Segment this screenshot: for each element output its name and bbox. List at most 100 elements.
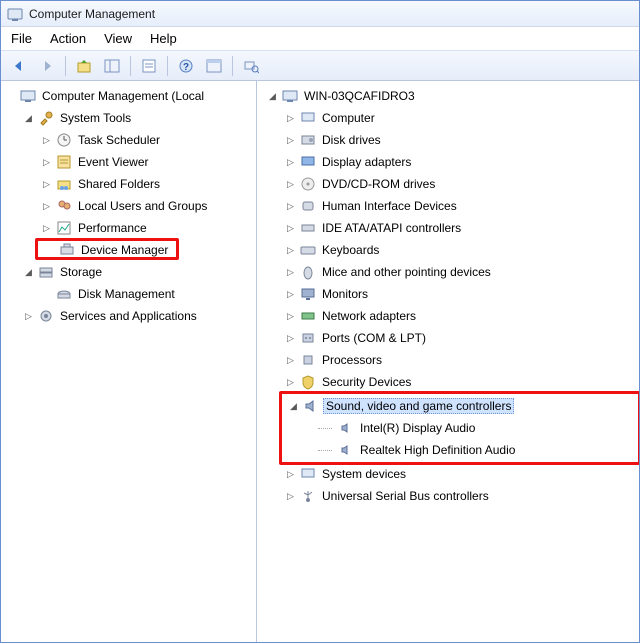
tree-event-viewer[interactable]: ▷ Event Viewer — [37, 151, 256, 173]
expand-icon[interactable]: ▷ — [41, 179, 52, 190]
tree-label: Ports (COM & LPT) — [320, 331, 428, 345]
up-button[interactable] — [72, 54, 96, 78]
tree-local-users-groups[interactable]: ▷ Local Users and Groups — [37, 195, 256, 217]
device-category-ports[interactable]: ▷ Ports (COM & LPT) — [281, 327, 639, 349]
device-category-network-adapters[interactable]: ▷Network adapters — [281, 305, 639, 327]
device-root-computer[interactable]: ◢ WIN-03QCAFIDRO3 — [263, 85, 639, 107]
show-hide-tree-button[interactable] — [100, 54, 124, 78]
device-category-keyboards[interactable]: ▷Keyboards — [281, 239, 639, 261]
tree-device-manager[interactable]: ▷ Device Manager — [40, 239, 174, 261]
tree-connector — [318, 443, 334, 457]
expand-icon[interactable]: ▷ — [285, 157, 296, 168]
expand-icon[interactable]: ▷ — [285, 135, 296, 146]
device-manager-icon — [59, 242, 75, 258]
expand-icon[interactable]: ▷ — [285, 491, 296, 502]
expand-icon[interactable]: ▷ — [41, 135, 52, 146]
device-category-dvd-cdrom[interactable]: ▷DVD/CD-ROM drives — [281, 173, 639, 195]
toolbar-separator — [232, 56, 233, 76]
tree-label: Storage — [58, 265, 104, 279]
expand-icon[interactable]: ▷ — [285, 113, 296, 124]
device-category-computer[interactable]: ▷Computer — [281, 107, 639, 129]
usb-icon — [300, 488, 316, 504]
device-category-disk-drives[interactable]: ▷Disk drives — [281, 129, 639, 151]
expand-icon[interactable]: ▷ — [41, 223, 52, 234]
expand-icon[interactable]: ▷ — [285, 469, 296, 480]
forward-button[interactable] — [35, 54, 59, 78]
collapse-icon[interactable]: ◢ — [288, 401, 299, 412]
expand-icon[interactable]: ▷ — [285, 377, 296, 388]
expand-icon[interactable]: ▷ — [41, 157, 52, 168]
titlebar: Computer Management — [1, 1, 639, 27]
expand-icon[interactable]: ▷ — [285, 223, 296, 234]
device-category-display-adapters[interactable]: ▷Display adapters — [281, 151, 639, 173]
device-category-hid[interactable]: ▷ Human Interface Devices — [281, 195, 639, 217]
expand-icon[interactable]: ▷ — [285, 289, 296, 300]
disk-management-icon — [56, 286, 72, 302]
tree-services-applications[interactable]: ▷ Services and Applications — [19, 305, 256, 327]
storage-icon — [38, 264, 54, 280]
device-category-system-devices[interactable]: ▷ System devices — [281, 463, 639, 485]
toolbar-separator — [130, 56, 131, 76]
tree-label: Shared Folders — [76, 177, 162, 191]
tree-performance[interactable]: ▷ Performance — [37, 217, 256, 239]
toolbar: ? — [1, 51, 639, 81]
event-viewer-icon — [56, 154, 72, 170]
hid-icon — [300, 198, 316, 214]
expand-icon[interactable]: ▷ — [285, 179, 296, 190]
tree-label: Performance — [76, 221, 149, 235]
performance-icon — [56, 220, 72, 236]
computer-management-icon — [20, 88, 36, 104]
tools-icon — [38, 110, 54, 126]
clock-icon — [56, 132, 72, 148]
collapse-icon[interactable]: ◢ — [23, 113, 34, 124]
help-button[interactable]: ? — [174, 54, 198, 78]
tree-label: System devices — [320, 467, 408, 481]
device-realtek-hd-audio[interactable]: Realtek High Definition Audio — [314, 439, 636, 461]
tree-label: Realtek High Definition Audio — [358, 443, 517, 457]
computer-management-window: Computer Management File Action View Hel… — [0, 0, 640, 643]
device-category-ide[interactable]: ▷ IDE ATA/ATAPI controllers — [281, 217, 639, 239]
tree-label: Computer Management (Local — [40, 89, 206, 103]
scan-hardware-button[interactable] — [239, 54, 263, 78]
device-category-usb-controllers[interactable]: ▷Universal Serial Bus controllers — [281, 485, 639, 507]
tree-disk-management[interactable]: ▷ Disk Management — [37, 283, 256, 305]
tree-task-scheduler[interactable]: ▷ Task Scheduler — [37, 129, 256, 151]
tree-root-computer-management[interactable]: ▷ Computer Management (Local — [1, 85, 256, 107]
menu-file[interactable]: File — [11, 31, 32, 46]
tree-label: Task Scheduler — [76, 133, 162, 147]
device-category-processors[interactable]: ▷Processors — [281, 349, 639, 371]
collapse-icon[interactable]: ◢ — [23, 267, 34, 278]
menubar: File Action View Help — [1, 27, 639, 51]
sound-device-icon — [338, 442, 354, 458]
device-category-mice[interactable]: ▷Mice and other pointing devices — [281, 261, 639, 283]
expand-icon[interactable]: ▷ — [285, 355, 296, 366]
expand-icon[interactable]: ▷ — [285, 311, 296, 322]
device-category-monitors[interactable]: ▷Monitors — [281, 283, 639, 305]
collapse-icon[interactable]: ◢ — [267, 91, 278, 102]
device-category-security-devices[interactable]: ▷ Security Devices — [281, 371, 639, 393]
tree-label: Human Interface Devices — [320, 199, 459, 213]
tree-label: System Tools — [58, 111, 133, 125]
tree-label: IDE ATA/ATAPI controllers — [320, 221, 463, 235]
menu-help[interactable]: Help — [150, 31, 177, 46]
tree-shared-folders[interactable]: ▷ Shared Folders — [37, 173, 256, 195]
computer-icon — [300, 110, 316, 126]
expand-icon[interactable]: ▷ — [285, 245, 296, 256]
properties-button[interactable] — [137, 54, 161, 78]
tree-storage[interactable]: ◢ Storage — [19, 261, 256, 283]
device-intel-display-audio[interactable]: Intel(R) Display Audio — [314, 417, 636, 439]
back-button[interactable] — [7, 54, 31, 78]
expand-icon[interactable]: ▷ — [285, 267, 296, 278]
expand-icon[interactable]: ▷ — [285, 333, 296, 344]
menu-action[interactable]: Action — [50, 31, 86, 46]
expand-icon[interactable]: ▷ — [41, 201, 52, 212]
console-tree-button[interactable] — [202, 54, 226, 78]
menu-view[interactable]: View — [104, 31, 132, 46]
app-icon — [7, 6, 23, 22]
expand-icon[interactable]: ▷ — [285, 201, 296, 212]
expand-icon[interactable]: ▷ — [23, 311, 34, 322]
tree-label: Security Devices — [320, 375, 413, 389]
security-icon — [300, 374, 316, 390]
device-category-sound-video-game[interactable]: ◢ Sound, video and game controllers — [284, 395, 636, 417]
tree-system-tools[interactable]: ◢ System Tools — [19, 107, 256, 129]
